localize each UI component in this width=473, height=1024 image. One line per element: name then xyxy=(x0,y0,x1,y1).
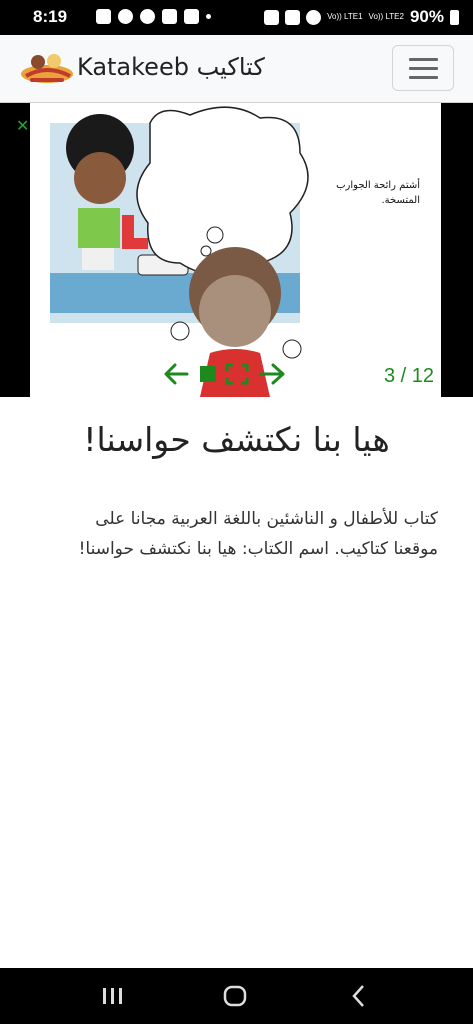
system-icons: Vo)) LTE1 Vo)) LTE2 90% xyxy=(264,7,459,27)
mute-icon xyxy=(285,9,301,25)
book-page: أشتم رائحة الجوارب المتسخة. xyxy=(30,103,441,397)
previous-page-arrow-icon[interactable] xyxy=(164,363,189,385)
close-icon[interactable]: ✕ xyxy=(16,116,29,135)
signal-lte2: Vo)) LTE2 xyxy=(368,12,404,21)
book-title: هيا بنا نكتشف حواسنا! xyxy=(83,420,390,459)
navbar: Katakeeb كتاكيب xyxy=(0,35,473,104)
home-icon[interactable] xyxy=(223,985,247,1007)
page-counter: 3 / 12 xyxy=(384,365,435,387)
menu-toggle-button[interactable] xyxy=(392,45,454,91)
battery-icon xyxy=(450,9,459,25)
hamburger-icon xyxy=(409,58,438,61)
notification-icons xyxy=(96,9,211,24)
messenger-icon xyxy=(140,9,155,24)
book-description: كتاب للأطفال و الناشئين باللغة العربية م… xyxy=(78,509,438,559)
page-text: أشتم رائحة الجوارب المتسخة. xyxy=(336,180,420,206)
battery-percentage: 90% xyxy=(409,7,444,26)
missed-call-icon xyxy=(184,9,199,24)
gallery-icon xyxy=(96,9,111,24)
chat-icon xyxy=(118,9,133,24)
system-navigation-bar xyxy=(0,968,473,1024)
brand-name[interactable]: Katakeeb كتاكيب xyxy=(77,53,265,81)
recent-apps-icon[interactable] xyxy=(103,988,122,1004)
book-illustration xyxy=(50,106,309,397)
next-page-arrow-icon[interactable] xyxy=(259,363,285,385)
book-viewer: ✕ أشتم رائحة الجوارب المتسخة. 3 / 12 xyxy=(0,103,473,397)
stop-icon[interactable] xyxy=(200,366,216,382)
back-icon[interactable] xyxy=(352,985,364,1007)
wifi-icon xyxy=(306,9,322,25)
more-notifications-icon xyxy=(206,14,211,19)
status-bar: 8:19 Vo)) LTE1 Vo)) LTE2 90% xyxy=(0,0,473,35)
alarm-icon xyxy=(162,9,177,24)
fullscreen-icon[interactable] xyxy=(225,363,249,385)
katakeeb-logo-icon[interactable] xyxy=(20,50,75,86)
alarm-clock-icon xyxy=(264,9,280,25)
signal-lte1: Vo)) LTE1 xyxy=(327,12,363,21)
page-controls xyxy=(164,363,285,385)
status-time: 8:19 xyxy=(33,7,68,26)
